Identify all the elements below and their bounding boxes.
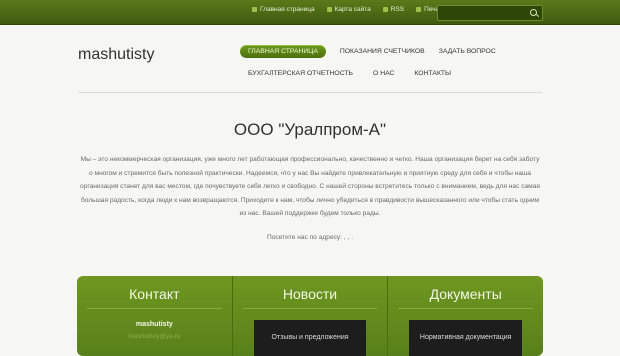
page-title: ООО "Уралпром-А" (233, 120, 387, 139)
footer-boxes: Контакт mashutisty mashutisty@ya.ru Ново… (77, 276, 543, 356)
news-title: Новости (282, 286, 338, 302)
nav-ask-question[interactable]: ЗАДАТЬ ВОПРОС (439, 48, 496, 55)
main-nav-row: БУХГАЛТЕРСКАЯ ОТЧЕТНОСТЬ О НАС КОНТАКТЫ (240, 64, 510, 82)
contact-title: Контакт (129, 286, 180, 302)
main-nav: ГЛАВНАЯ СТРАНИЦА ПОКАЗАНИЯ СЧЕТЧИКОВ ЗАД… (240, 42, 510, 86)
sitemap-icon (326, 7, 332, 12)
docs-item[interactable]: Нормативная документация (409, 320, 523, 356)
rss-icon (382, 7, 388, 12)
nav-meter-readings[interactable]: ПОКАЗАНИЯ СЧЕТЧИКОВ (340, 48, 425, 55)
top-nav-home[interactable]: Главная страница (252, 6, 315, 13)
print-icon (416, 7, 422, 12)
top-nav: Главная страница Карта сайта RSS Печать (252, 6, 457, 13)
nav-accounting[interactable]: БУХГАЛТЕРСКАЯ ОТЧЕТНОСТЬ (248, 70, 353, 77)
search-icon[interactable] (528, 7, 540, 19)
divider (398, 308, 534, 309)
contact-email[interactable]: mashutisty@ya.ru (77, 333, 232, 340)
divider (87, 308, 222, 309)
contact-box: Контакт mashutisty mashutisty@ya.ru (77, 276, 233, 356)
contact-name: mashutisty (135, 321, 173, 328)
site-logo[interactable]: mashutisty (78, 46, 154, 64)
intro-text: Мы – это некоммерческая организация, уже… (80, 156, 540, 218)
news-item[interactable]: Отзывы и предложения (253, 320, 367, 356)
search-input[interactable] (437, 5, 543, 21)
nav-home[interactable]: ГЛАВНАЯ СТРАНИЦА (240, 44, 326, 58)
home-icon (252, 7, 257, 12)
top-bar: Главная страница Карта сайта RSS Печать (0, 0, 620, 25)
top-nav-label: Главная страница (260, 6, 315, 13)
main-nav-row: ГЛАВНАЯ СТРАНИЦА ПОКАЗАНИЯ СЧЕТЧИКОВ ЗАД… (240, 42, 510, 60)
nav-contacts[interactable]: КОНТАКТЫ (414, 70, 451, 77)
top-nav-sitemap[interactable]: Карта сайта (326, 6, 371, 13)
news-box: Новости Отзывы и предложения (233, 276, 389, 356)
docs-item-label: Нормативная документация (419, 334, 512, 341)
header-divider (78, 92, 542, 93)
docs-box: Документы Нормативная документация (388, 276, 543, 356)
divider (242, 308, 378, 309)
nav-about[interactable]: О НАС (373, 70, 394, 77)
address-text: Посетите нас по адресу: , , . (266, 234, 354, 241)
docs-title: Документы (429, 286, 502, 302)
top-nav-label: RSS (390, 6, 405, 13)
top-nav-rss[interactable]: RSS (382, 6, 405, 13)
top-nav-label: Карта сайта (334, 6, 371, 13)
news-item-label: Отзывы и предложения (271, 334, 349, 341)
